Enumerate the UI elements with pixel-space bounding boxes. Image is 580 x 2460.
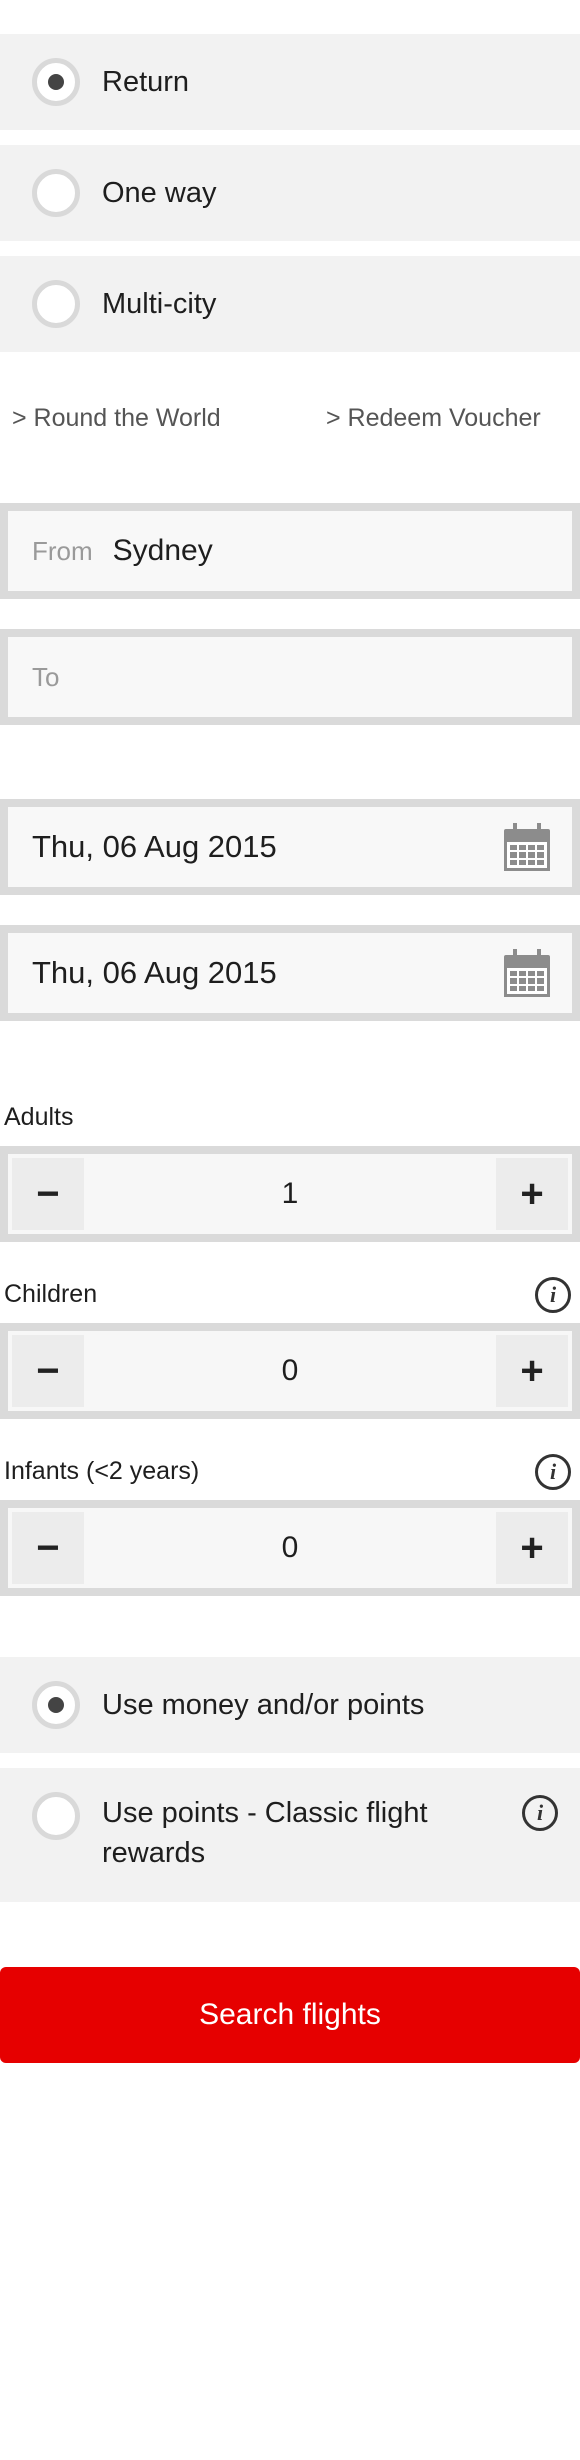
radio-button[interactable]	[32, 280, 80, 328]
adults-stepper: − 1 +	[0, 1146, 580, 1242]
adults-decrement-button[interactable]: −	[12, 1158, 84, 1230]
infants-label: Infants (<2 years)	[4, 1457, 200, 1485]
trip-type-one-way[interactable]: One way	[0, 145, 580, 241]
round-the-world-link[interactable]: > Round the World	[12, 404, 221, 433]
infants-stepper: − 0 +	[0, 1500, 580, 1596]
infants-decrement-button[interactable]: −	[12, 1512, 84, 1584]
payment-money-points-label: Use money and/or points	[102, 1688, 425, 1721]
departure-date-field[interactable]: Thu, 06 Aug 2015	[0, 799, 580, 895]
children-label: Children	[4, 1280, 98, 1308]
search-flights-button[interactable]: Search flights	[0, 1967, 580, 2063]
to-input[interactable]	[32, 661, 512, 693]
calendar-icon[interactable]	[504, 823, 550, 871]
radio-button[interactable]	[32, 169, 80, 217]
radio-dot	[48, 1697, 64, 1713]
calendar-icon[interactable]	[504, 949, 550, 997]
payment-points-classic[interactable]: Use points - Classic flight rewards	[0, 1768, 580, 1902]
children-increment-button[interactable]: +	[496, 1335, 568, 1407]
trip-type-return[interactable]: Return	[0, 34, 580, 130]
adults-label: Adults	[4, 1103, 74, 1131]
return-date-field[interactable]: Thu, 06 Aug 2015	[0, 925, 580, 1021]
payment-points-classic-label: Use points - Classic flight rewards	[102, 1797, 428, 1869]
from-field[interactable]: From Sydney	[0, 503, 580, 599]
radio-button-selected[interactable]	[32, 1681, 80, 1729]
radio-button[interactable]	[32, 1792, 80, 1840]
trip-type-multi-city[interactable]: Multi-city	[0, 256, 580, 352]
trip-type-return-label: Return	[102, 65, 190, 98]
from-value: Sydney	[112, 534, 213, 567]
adults-count: 1	[281, 1177, 299, 1210]
children-decrement-button[interactable]: −	[12, 1335, 84, 1407]
adults-increment-button[interactable]: +	[496, 1158, 568, 1230]
radio-dot	[48, 74, 64, 90]
infants-count: 0	[281, 1531, 299, 1564]
payment-money-points[interactable]: Use money and/or points	[0, 1657, 580, 1753]
children-stepper: − 0 +	[0, 1323, 580, 1419]
return-date-value: Thu, 06 Aug 2015	[32, 955, 277, 990]
from-label: From	[32, 535, 93, 566]
info-icon[interactable]: i	[522, 1795, 558, 1831]
infants-increment-button[interactable]: +	[496, 1512, 568, 1584]
redeem-voucher-link[interactable]: > Redeem Voucher	[326, 404, 541, 433]
children-count: 0	[281, 1354, 299, 1387]
trip-type-one-way-label: One way	[102, 176, 217, 209]
departure-date-value: Thu, 06 Aug 2015	[32, 829, 277, 864]
info-icon[interactable]: i	[535, 1277, 571, 1313]
radio-button-selected[interactable]	[32, 58, 80, 106]
to-field[interactable]	[0, 629, 580, 725]
trip-type-multi-city-label: Multi-city	[102, 287, 217, 320]
info-icon[interactable]: i	[535, 1454, 571, 1490]
